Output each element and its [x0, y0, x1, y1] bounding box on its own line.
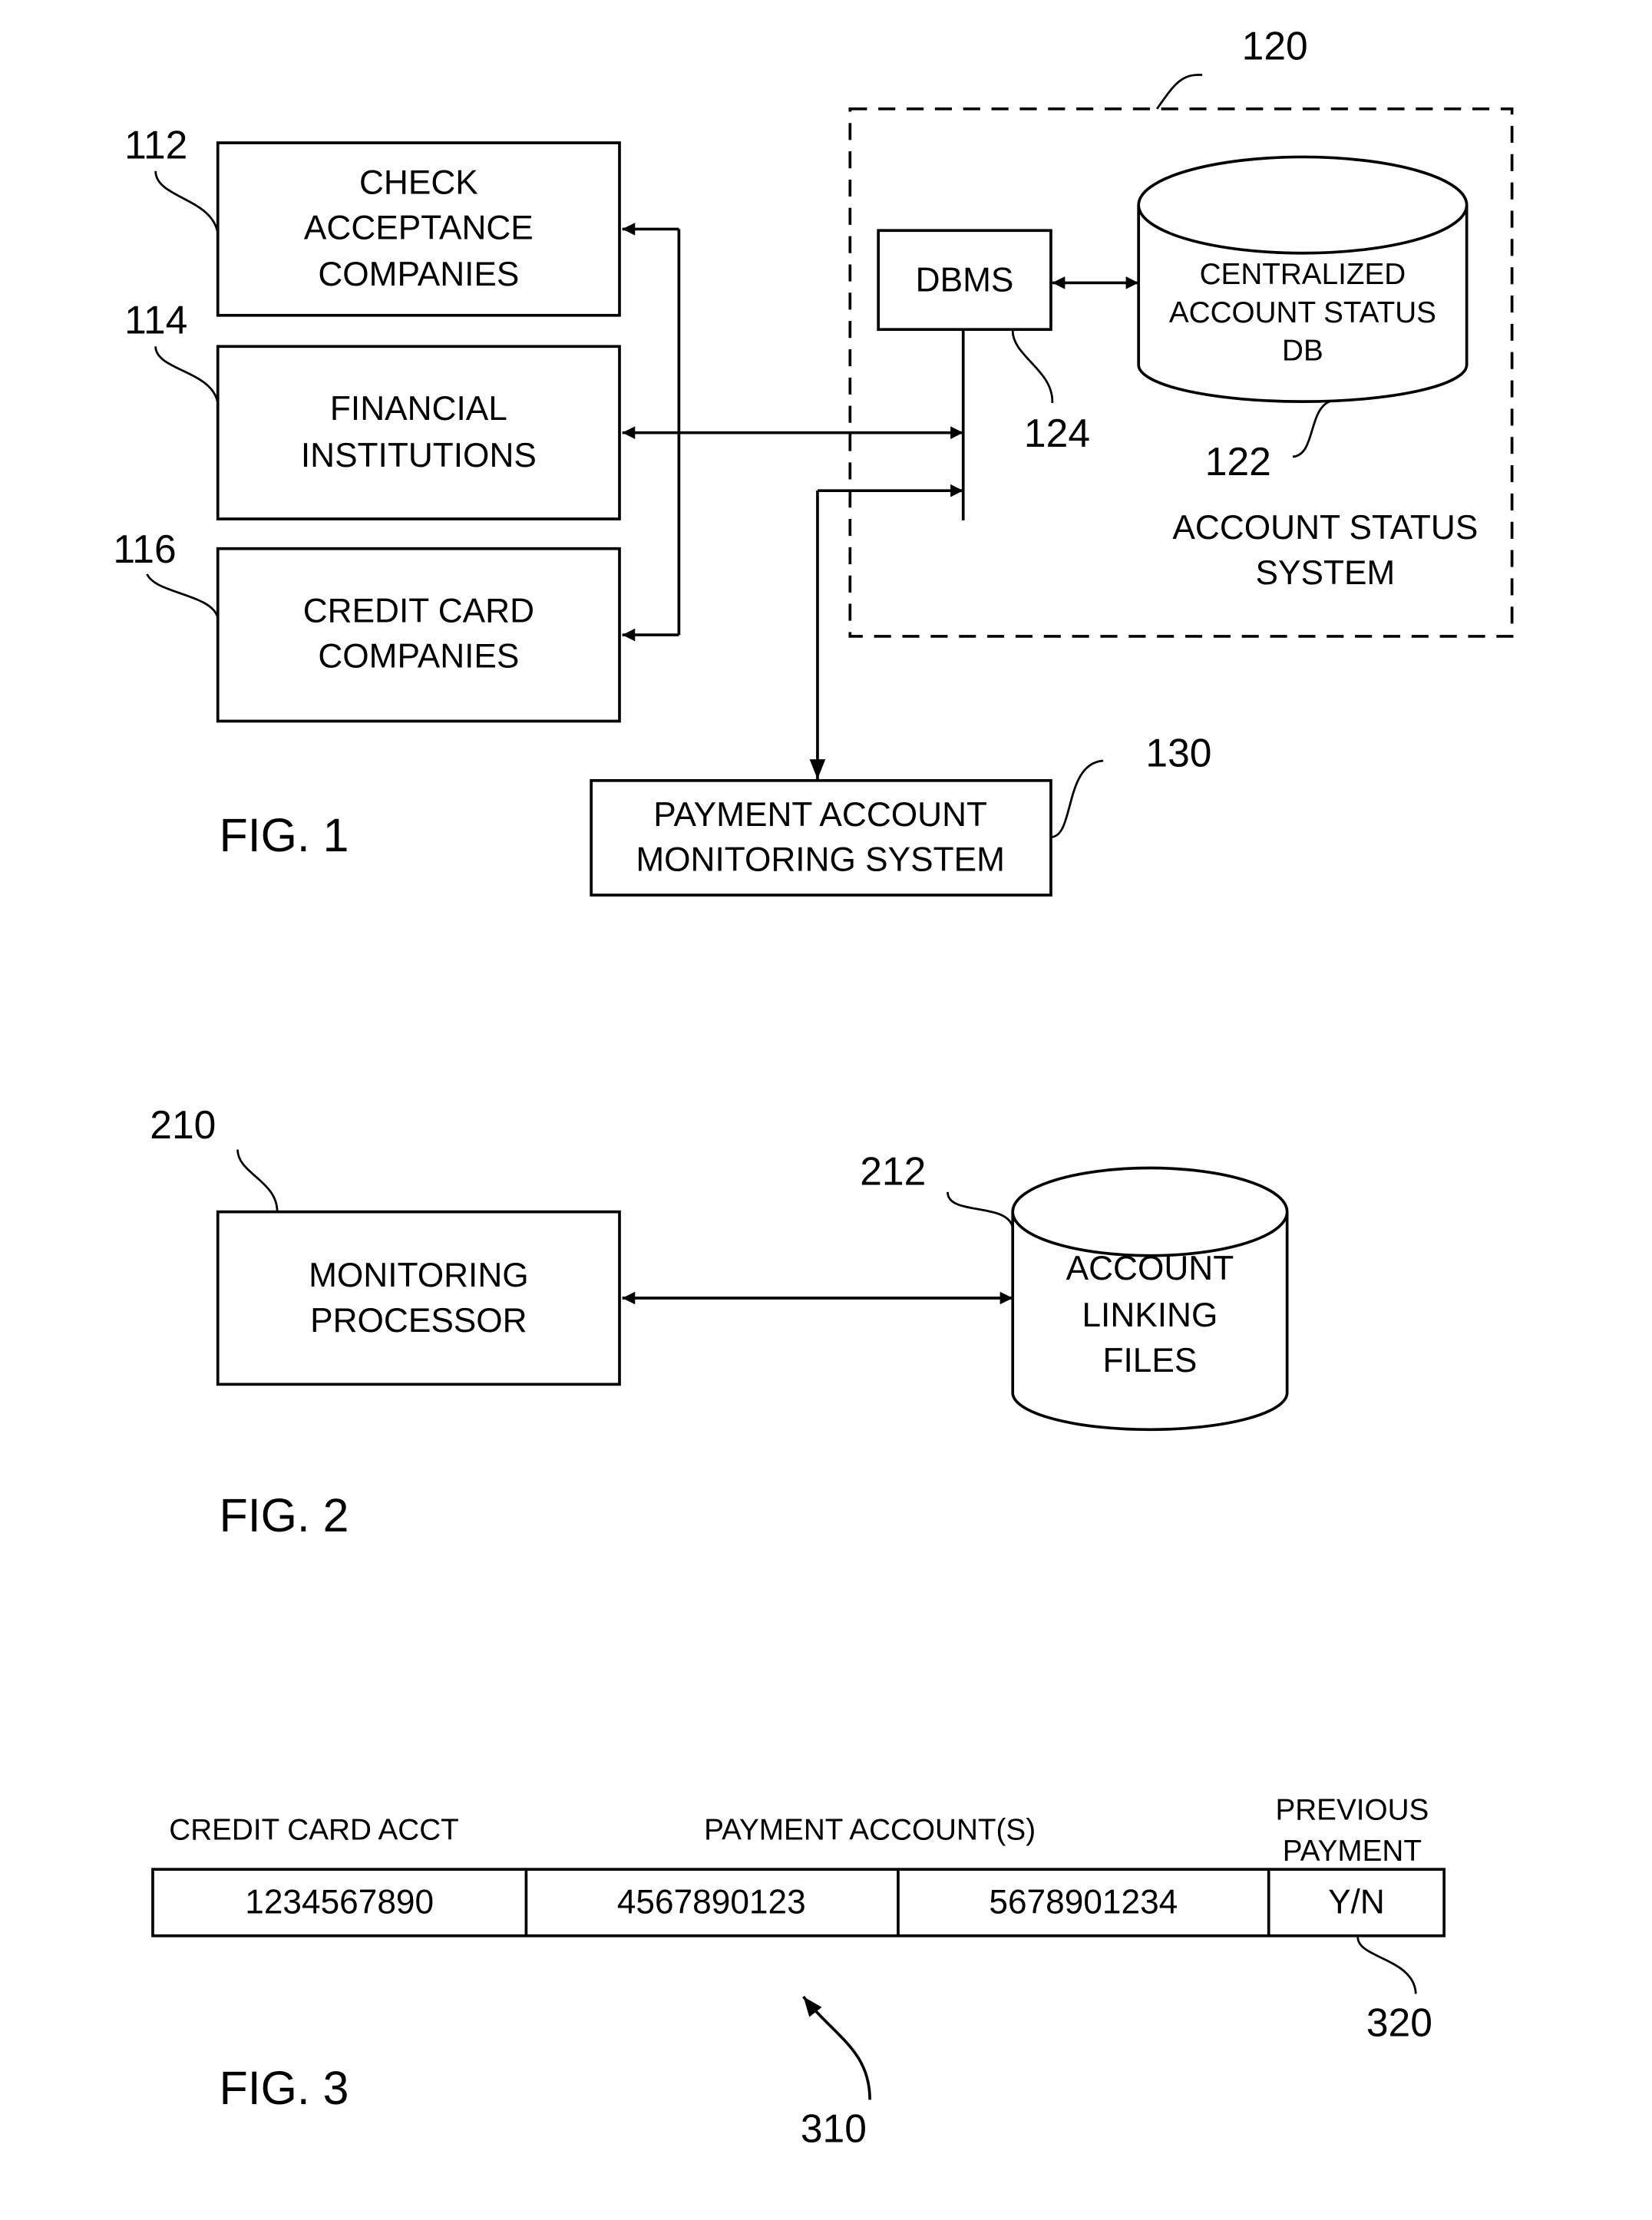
box-label-line: INSTITUTIONS — [301, 437, 537, 474]
leader-line — [1156, 74, 1203, 110]
leader-line — [154, 346, 220, 404]
cell-credit-card-acct: 1234567890 — [245, 1883, 434, 1921]
box-label-line: COMPANIES — [318, 637, 519, 675]
files-label-line: FILES — [1102, 1342, 1197, 1379]
cell-payment-account-2: 5678901234 — [989, 1883, 1178, 1921]
leader-line — [1011, 330, 1054, 404]
figure-3-caption: FIG. 3 — [220, 2062, 349, 2114]
account-linking-record-table: 1234567890 4567890123 5678901234 Y/N — [151, 1868, 1446, 1938]
account-status-system-label: SYSTEM — [1255, 554, 1395, 592]
leader-line — [146, 573, 220, 619]
figure-2-caption: FIG. 2 — [220, 1489, 349, 1541]
record-pointer-arrow — [802, 1995, 871, 2100]
reference-numeral-210: 210 — [150, 1102, 216, 1147]
figure-1-caption: FIG. 1 — [220, 809, 349, 861]
financial-institutions-box: FINANCIAL INSTITUTIONS — [216, 345, 621, 520]
account-status-system-label: ACCOUNT STATUS — [1172, 509, 1478, 547]
header-credit-card-acct: CREDIT CARD ACCT — [169, 1813, 458, 1846]
header-payment-accounts: PAYMENT ACCOUNT(S) — [704, 1813, 1036, 1846]
credit-card-companies-box: CREDIT CARD COMPANIES — [216, 547, 621, 723]
reference-numeral-320: 320 — [1366, 2000, 1432, 2045]
box-label-line: CHECK — [359, 164, 478, 201]
box-label-line: CREDIT CARD — [303, 593, 534, 630]
reference-numeral-120: 120 — [1242, 23, 1308, 68]
check-acceptance-companies-box: CHECK ACCEPTANCE COMPANIES — [216, 141, 621, 317]
centralized-account-status-db-cylinder: CENTRALIZED ACCOUNT STATUS DB — [1137, 155, 1469, 403]
leader-line — [947, 1191, 1014, 1228]
figure-1: CHECK ACCEPTANCE COMPANIES 112 FINANCIAL… — [113, 23, 1514, 897]
dbms-label: DBMS — [916, 261, 1014, 299]
files-label-line: ACCOUNT — [1066, 1250, 1234, 1287]
reference-numeral-116: 116 — [113, 527, 176, 571]
leader-line — [154, 170, 220, 234]
leader-line — [1292, 400, 1330, 458]
box-label-line: PAYMENT ACCOUNT — [653, 796, 987, 834]
reference-numeral-112: 112 — [124, 122, 187, 167]
box-label-line: PROCESSOR — [310, 1302, 527, 1340]
cell-payment-account-1: 4567890123 — [617, 1883, 806, 1921]
box-label-line: MONITORING SYSTEM — [636, 841, 1005, 879]
box-label-line: ACCEPTANCE — [304, 209, 534, 246]
cell-previous-payment-flag: Y/N — [1328, 1883, 1385, 1921]
reference-numeral-124: 124 — [1024, 411, 1090, 455]
reference-numeral-114: 114 — [124, 298, 187, 342]
box-label-line: MONITORING — [309, 1257, 529, 1294]
reference-numeral-122: 122 — [1205, 439, 1271, 484]
account-linking-files-cylinder: ACCOUNT LINKING FILES — [1011, 1166, 1289, 1432]
leader-line — [236, 1149, 279, 1212]
db-label-line: CENTRALIZED — [1200, 258, 1406, 291]
reference-numeral-212: 212 — [860, 1149, 926, 1194]
payment-account-monitoring-system-box: PAYMENT ACCOUNT MONITORING SYSTEM — [590, 778, 1052, 897]
leader-line — [1356, 1937, 1417, 1994]
monitoring-processor-box: MONITORING PROCESSOR — [216, 1210, 621, 1386]
header-previous-payment: PAYMENT — [1283, 1835, 1422, 1868]
files-label-line: LINKING — [1082, 1297, 1218, 1334]
box-label-line: COMPANIES — [318, 256, 519, 293]
patent-drawing-sheet: CHECK ACCEPTANCE COMPANIES 112 FINANCIAL… — [113, 23, 1514, 2151]
header-previous-payment: PREVIOUS — [1275, 1794, 1429, 1827]
leader-line — [1050, 759, 1104, 838]
reference-numeral-310: 310 — [801, 2106, 867, 2151]
dbms-box: DBMS — [877, 229, 1052, 332]
figure-3: CREDIT CARD ACCT PAYMENT ACCOUNT(S) PREV… — [151, 1794, 1446, 2151]
figure-2: MONITORING PROCESSOR 210 ACCOUNT LINKING… — [150, 1102, 1289, 1541]
reference-numeral-130: 130 — [1145, 730, 1211, 775]
box-label-line: FINANCIAL — [330, 390, 507, 428]
db-label-line: ACCOUNT STATUS — [1169, 296, 1436, 329]
db-label-line: DB — [1282, 335, 1323, 368]
